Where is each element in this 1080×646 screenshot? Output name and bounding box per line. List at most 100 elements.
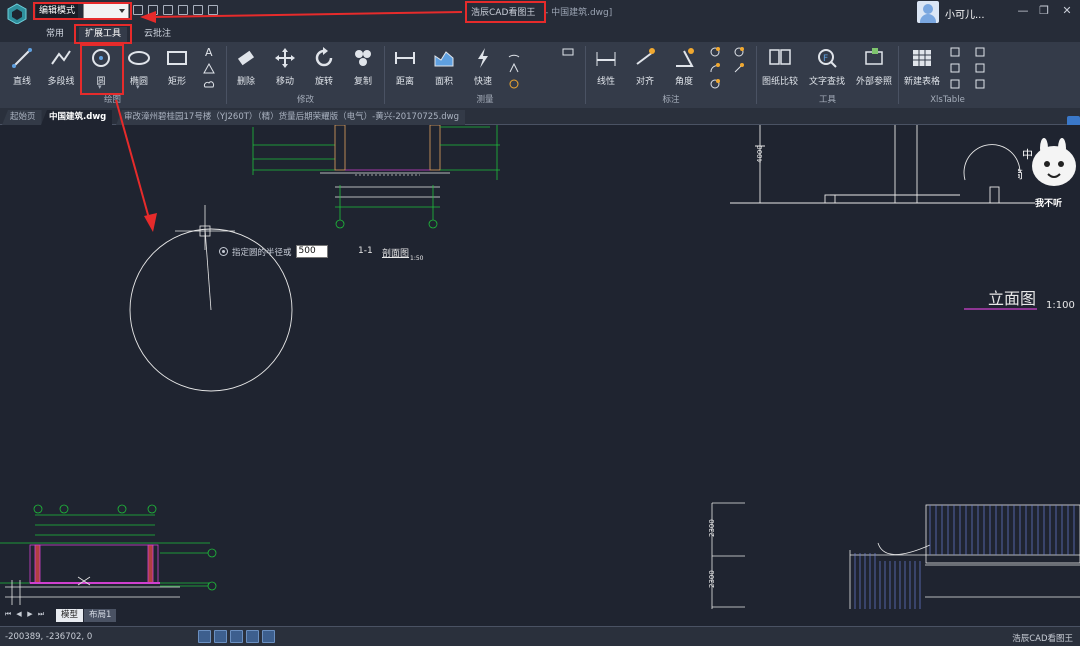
- minimize-icon[interactable]: —: [1016, 4, 1030, 18]
- save-icon[interactable]: [163, 5, 173, 15]
- compare-icon: [769, 49, 791, 65]
- hatch-icon[interactable]: [203, 62, 215, 74]
- tab-common[interactable]: 常用: [40, 27, 70, 42]
- area-tool-button[interactable]: 面积: [423, 44, 465, 90]
- compare-drawings-label: 图纸比较: [761, 77, 798, 87]
- move-icon: [275, 48, 295, 68]
- last-layout-icon[interactable]: ⏭: [37, 610, 45, 619]
- svg-text:中: 中: [1022, 148, 1033, 161]
- quick-access-toolbar: [133, 5, 218, 15]
- rectangle-icon: [167, 51, 187, 65]
- snap-icon[interactable]: [214, 630, 227, 643]
- quick-measure-tool-button[interactable]: 快速: [462, 44, 504, 90]
- grid-icon[interactable]: [230, 630, 243, 643]
- open-icon[interactable]: [148, 5, 158, 15]
- next-layout-icon[interactable]: ▶: [26, 610, 34, 619]
- layout-tab-model[interactable]: 模型: [56, 609, 84, 622]
- polyline-tool-button[interactable]: 多段线: [40, 44, 82, 90]
- table-edit-icon[interactable]: [950, 46, 962, 58]
- tab-extended-tools[interactable]: 扩展工具: [79, 27, 128, 42]
- doc-tab-zhangzhou[interactable]: 审改漳州碧桂园17号楼（YJ260T）（精）货量后期荣耀版（电气）-黄兴-201…: [116, 110, 466, 125]
- print-icon[interactable]: [178, 5, 188, 15]
- cursor-coordinates: -200389, -236702, 0: [5, 632, 93, 642]
- radius-input[interactable]: 500: [295, 245, 328, 258]
- table-import-icon[interactable]: [950, 62, 962, 74]
- rectangle-tool-button[interactable]: 矩形: [156, 44, 198, 90]
- radius-dim-icon[interactable]: [709, 46, 721, 58]
- draw-group-label: 绘图: [103, 95, 121, 105]
- copy-tool-button[interactable]: 复制: [342, 44, 384, 90]
- rotate-tool-button[interactable]: 旋转: [303, 44, 345, 90]
- external-reference-label: 外部参照: [855, 77, 892, 87]
- arc-dim-icon[interactable]: [709, 62, 721, 74]
- diameter-dim-icon[interactable]: [709, 78, 721, 90]
- eraser-icon: [237, 50, 255, 66]
- distance-tool-label: 距离: [395, 77, 414, 87]
- tab-cloud-annotation[interactable]: 云批注: [138, 27, 177, 42]
- distance-icon: [395, 52, 415, 64]
- status-tools: [198, 630, 275, 643]
- aligned-dim-tool-button[interactable]: 对齐: [624, 44, 666, 90]
- user-name[interactable]: 小可儿...: [945, 6, 985, 21]
- drawing-canvas[interactable]: 4000 2300 2300 指定圆的半径或 500 1-1 剖面图 1:50 …: [0, 125, 1080, 609]
- print2-icon[interactable]: [208, 5, 218, 15]
- section-label: 1-1: [358, 246, 373, 256]
- svg-text:简: 简: [1018, 167, 1023, 181]
- arc-length-icon[interactable]: [508, 46, 520, 58]
- ellipse-icon: [128, 51, 150, 65]
- elevation-drawing-bottom-right: [711, 502, 1080, 609]
- prompt-text: 指定圆的半径或: [232, 247, 292, 258]
- section-scale: 1:50: [410, 255, 424, 262]
- first-layout-icon[interactable]: ⏮: [4, 610, 12, 619]
- layout-tab-layout1[interactable]: 布局1: [84, 609, 117, 622]
- compare-drawings-button[interactable]: 图纸比较: [760, 44, 800, 90]
- zoom-icon[interactable]: [198, 630, 211, 643]
- document-title: - 中国建筑.dwg]: [545, 8, 613, 18]
- table-style-icon[interactable]: [975, 46, 987, 58]
- cloud-icon[interactable]: [203, 78, 215, 90]
- radius-icon[interactable]: [508, 78, 520, 90]
- tools-group-label: 工具: [818, 95, 836, 105]
- new-table-button[interactable]: 新建表格: [900, 44, 944, 90]
- elevation-scale: 1:100: [1046, 300, 1075, 311]
- external-reference-button[interactable]: 外部参照: [853, 44, 895, 90]
- distance-tool-button[interactable]: 距离: [384, 44, 426, 90]
- quick-measure-tool-label: 快速: [473, 77, 492, 87]
- delete-tool-button[interactable]: 删除: [225, 44, 267, 90]
- linear-dim-tool-button[interactable]: 线性: [585, 44, 627, 90]
- prev-layout-icon[interactable]: ◀: [15, 610, 23, 619]
- edit-mode-dropdown[interactable]: [83, 3, 129, 19]
- dim-text-2300-a: 2300: [708, 519, 716, 537]
- ortho-icon[interactable]: [246, 630, 259, 643]
- cad-drawing: 4000 2300 2300: [0, 125, 1080, 609]
- continue-dim-icon[interactable]: [733, 62, 745, 74]
- aligned-dim-tool-label: 对齐: [635, 77, 654, 87]
- text-icon[interactable]: A: [203, 46, 215, 58]
- doc-tab-china-building[interactable]: 中国建筑.dwg: [41, 110, 113, 125]
- angle-dim-tool-label: 角度: [674, 77, 693, 87]
- mail-icon[interactable]: [193, 5, 203, 15]
- user-avatar[interactable]: [917, 1, 939, 23]
- leader-icon[interactable]: [733, 46, 745, 58]
- app-title: 浩辰CAD看图王: [471, 8, 536, 18]
- undo-icon[interactable]: [133, 5, 143, 15]
- elevation-hatch-vertical: [854, 505, 1075, 609]
- quick-measure-icon: [478, 48, 488, 68]
- measure-more-icon[interactable]: [562, 46, 574, 58]
- ribbon-tabs: 常用 扩展工具 云批注: [0, 24, 1080, 42]
- maximize-icon[interactable]: ❐: [1037, 4, 1051, 18]
- circle-dropdown-icon[interactable]: ▾: [98, 83, 102, 91]
- table-export-icon[interactable]: [950, 78, 962, 90]
- dim-text-4000: 4000: [756, 145, 764, 163]
- angle-dim-tool-button[interactable]: 角度: [663, 44, 705, 90]
- move-tool-button[interactable]: 移动: [264, 44, 306, 90]
- fullscreen-icon[interactable]: [262, 630, 275, 643]
- find-text-button[interactable]: F 文字查找: [806, 44, 848, 90]
- coordinate-icon[interactable]: [508, 62, 520, 74]
- table-delete-icon[interactable]: [975, 78, 987, 90]
- doc-tab-start[interactable]: 起始页: [2, 110, 42, 125]
- table-merge-icon[interactable]: [975, 62, 987, 74]
- line-tool-button[interactable]: 直线: [1, 44, 43, 90]
- ellipse-dropdown-icon[interactable]: ▾: [136, 83, 140, 91]
- close-icon[interactable]: ✕: [1060, 4, 1074, 18]
